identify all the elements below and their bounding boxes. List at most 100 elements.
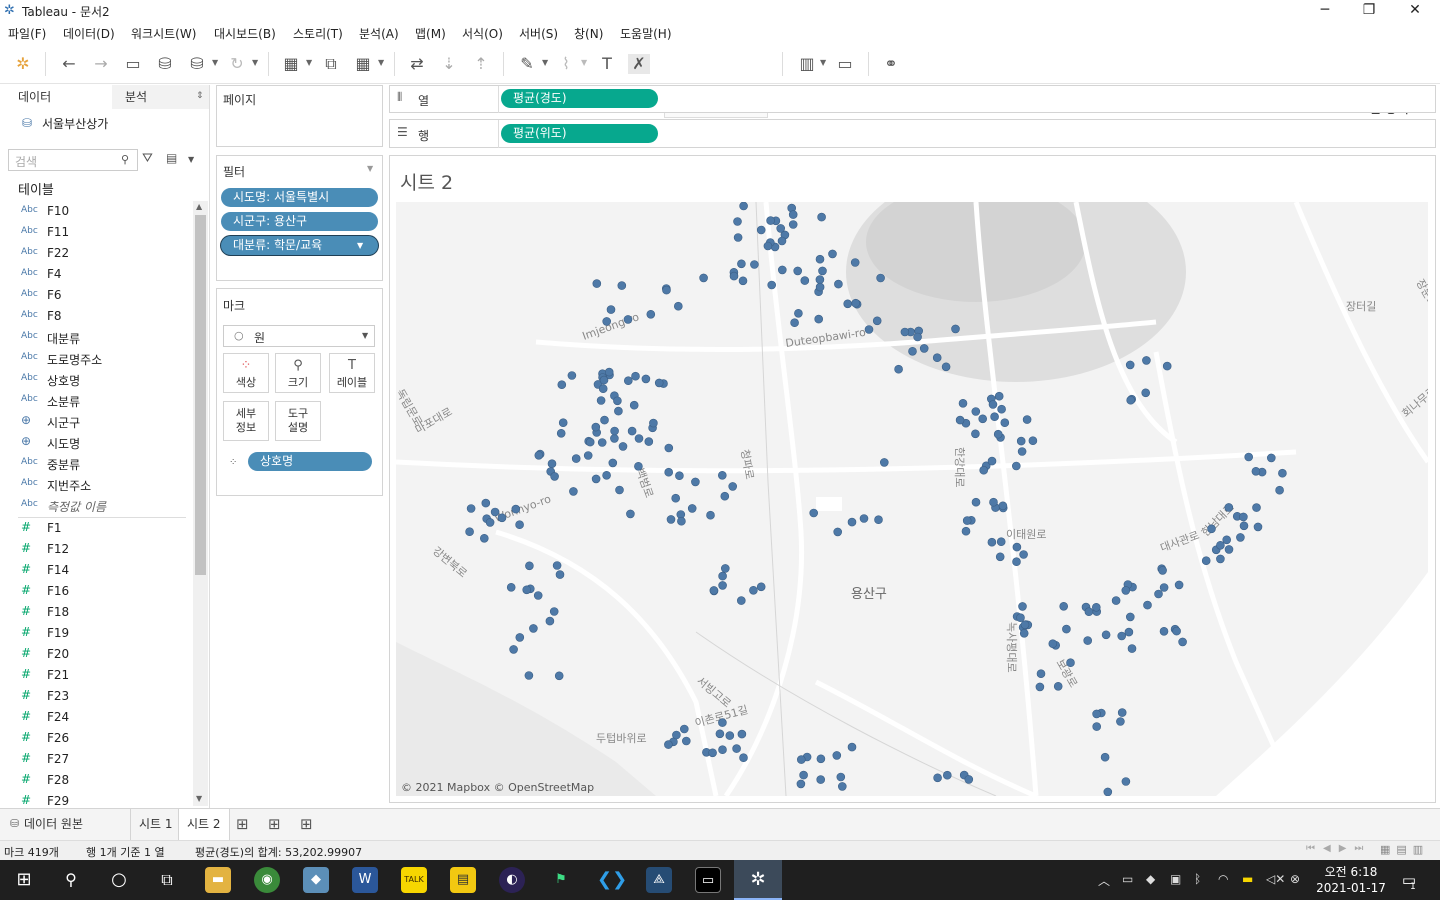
- map-point[interactable]: [994, 391, 1004, 401]
- map-point[interactable]: [720, 491, 730, 501]
- map-point[interactable]: [790, 318, 799, 327]
- map-point[interactable]: [908, 347, 917, 356]
- pages-card[interactable]: 페이지: [216, 85, 383, 147]
- map-point[interactable]: [583, 451, 593, 460]
- map-point[interactable]: [1124, 627, 1134, 637]
- workbench-icon[interactable]: ⟁: [646, 867, 672, 893]
- map-point[interactable]: [569, 487, 578, 496]
- chevron-down-icon[interactable]: ▼: [357, 241, 363, 250]
- map-point[interactable]: [932, 353, 942, 362]
- bluetooth-icon[interactable]: ᛒ: [1194, 872, 1201, 886]
- map-point[interactable]: [987, 537, 997, 547]
- map-point[interactable]: [978, 414, 988, 424]
- map-point[interactable]: [550, 472, 559, 481]
- map-point[interactable]: [876, 273, 885, 283]
- map-point[interactable]: [1101, 630, 1111, 640]
- menu-help[interactable]: 도움말(H): [620, 25, 672, 42]
- map-point[interactable]: [874, 515, 883, 525]
- map-point[interactable]: [1172, 626, 1181, 636]
- rows-shelf[interactable]: ☰ 행 평균(위도): [389, 119, 1436, 148]
- map-point[interactable]: [1035, 682, 1045, 692]
- map-point[interactable]: [942, 770, 952, 780]
- map-point[interactable]: [1100, 752, 1110, 762]
- map-point[interactable]: [1239, 512, 1248, 522]
- map-view[interactable]: Imjeong-ro Duteopbawi-ro용산구Wonhyo-ro백범로청파…: [396, 202, 1428, 796]
- map-point[interactable]: [1201, 556, 1211, 566]
- map-point[interactable]: [485, 518, 495, 527]
- map-point[interactable]: [524, 671, 534, 680]
- field-measure[interactable]: # F14: [0, 560, 192, 581]
- map-app-icon[interactable]: ⚑: [548, 867, 574, 893]
- map-point[interactable]: [814, 314, 824, 324]
- field-measure[interactable]: # F20: [0, 644, 192, 665]
- tray-chevron-up-icon[interactable]: ︿: [1098, 872, 1110, 889]
- map-point[interactable]: [951, 324, 960, 334]
- map-point[interactable]: [646, 310, 656, 319]
- map-point[interactable]: [529, 624, 538, 633]
- field-measure[interactable]: # F1: [0, 518, 192, 539]
- map-point[interactable]: [1174, 580, 1184, 590]
- field-dimension[interactable]: Abc 지번주소: [0, 474, 192, 495]
- map-point[interactable]: [964, 775, 974, 784]
- filter-pill-category[interactable]: 대분류: 학문/교육: [221, 236, 378, 255]
- sort-ascending-icon[interactable]: ⇣: [438, 54, 460, 74]
- map-point[interactable]: [549, 607, 559, 616]
- map-point[interactable]: [1178, 637, 1187, 647]
- map-point[interactable]: [987, 456, 997, 466]
- field-measure[interactable]: # F18: [0, 602, 192, 623]
- menu-format[interactable]: 서식(O): [462, 25, 503, 42]
- map-point[interactable]: [1018, 602, 1027, 611]
- map-point[interactable]: [664, 443, 674, 453]
- map-point[interactable]: [533, 591, 543, 600]
- map-point[interactable]: [465, 527, 474, 537]
- map-point[interactable]: [847, 517, 857, 527]
- size-button[interactable]: ⚲ 크기: [275, 353, 321, 393]
- field-dimension[interactable]: Abc F6: [0, 285, 192, 306]
- tableau-home-icon[interactable]: ✲: [12, 54, 34, 74]
- chevron-down-icon[interactable]: ▼: [252, 58, 258, 67]
- map-point[interactable]: [497, 513, 507, 523]
- map-point[interactable]: [631, 371, 640, 381]
- map-point[interactable]: [634, 434, 644, 443]
- field-measure[interactable]: # F26: [0, 728, 192, 749]
- map-attribution[interactable]: © 2021 Mapbox © OpenStreetMap: [401, 781, 594, 794]
- map-point[interactable]: [971, 497, 981, 507]
- map-point[interactable]: [552, 561, 562, 570]
- map-point[interactable]: [1159, 583, 1169, 592]
- device-icon[interactable]: ▣: [1170, 872, 1181, 886]
- map-point[interactable]: [671, 493, 681, 503]
- map-point[interactable]: [1207, 524, 1216, 534]
- detail-pill[interactable]: 상호명: [248, 452, 372, 471]
- map-point[interactable]: [832, 751, 842, 760]
- chevron-down-icon[interactable]: ▼: [188, 155, 194, 164]
- map-point[interactable]: [662, 285, 671, 295]
- map-point[interactable]: [567, 371, 577, 380]
- map-point[interactable]: [1012, 557, 1021, 567]
- map-point[interactable]: [995, 552, 1005, 562]
- map-point[interactable]: [796, 755, 806, 764]
- map-point[interactable]: [1158, 566, 1167, 575]
- map-point[interactable]: [606, 305, 616, 314]
- field-measure[interactable]: # F16: [0, 581, 192, 602]
- menu-story[interactable]: 스토리(T): [293, 25, 343, 42]
- map-point[interactable]: [547, 459, 557, 469]
- map-point[interactable]: [955, 415, 965, 425]
- map-point[interactable]: [673, 301, 683, 311]
- map-point[interactable]: [1083, 636, 1093, 645]
- scroll-down-icon[interactable]: ▼: [196, 794, 202, 803]
- map-point[interactable]: [767, 280, 777, 290]
- map-point[interactable]: [788, 220, 798, 229]
- map-point[interactable]: [836, 772, 846, 782]
- map-point[interactable]: [718, 581, 727, 590]
- map-point[interactable]: [750, 260, 759, 269]
- map-point[interactable]: [1117, 708, 1127, 717]
- map-point[interactable]: [554, 671, 564, 681]
- map-point[interactable]: [815, 282, 825, 292]
- word-icon[interactable]: W: [352, 867, 378, 893]
- map-point[interactable]: [809, 508, 819, 518]
- sticky-notes-icon[interactable]: ▤: [450, 867, 476, 893]
- map-point[interactable]: [1236, 533, 1245, 542]
- map-point[interactable]: [1019, 628, 1029, 638]
- field-measure[interactable]: # F21: [0, 665, 192, 686]
- chevron-down-icon[interactable]: ▼: [542, 58, 548, 67]
